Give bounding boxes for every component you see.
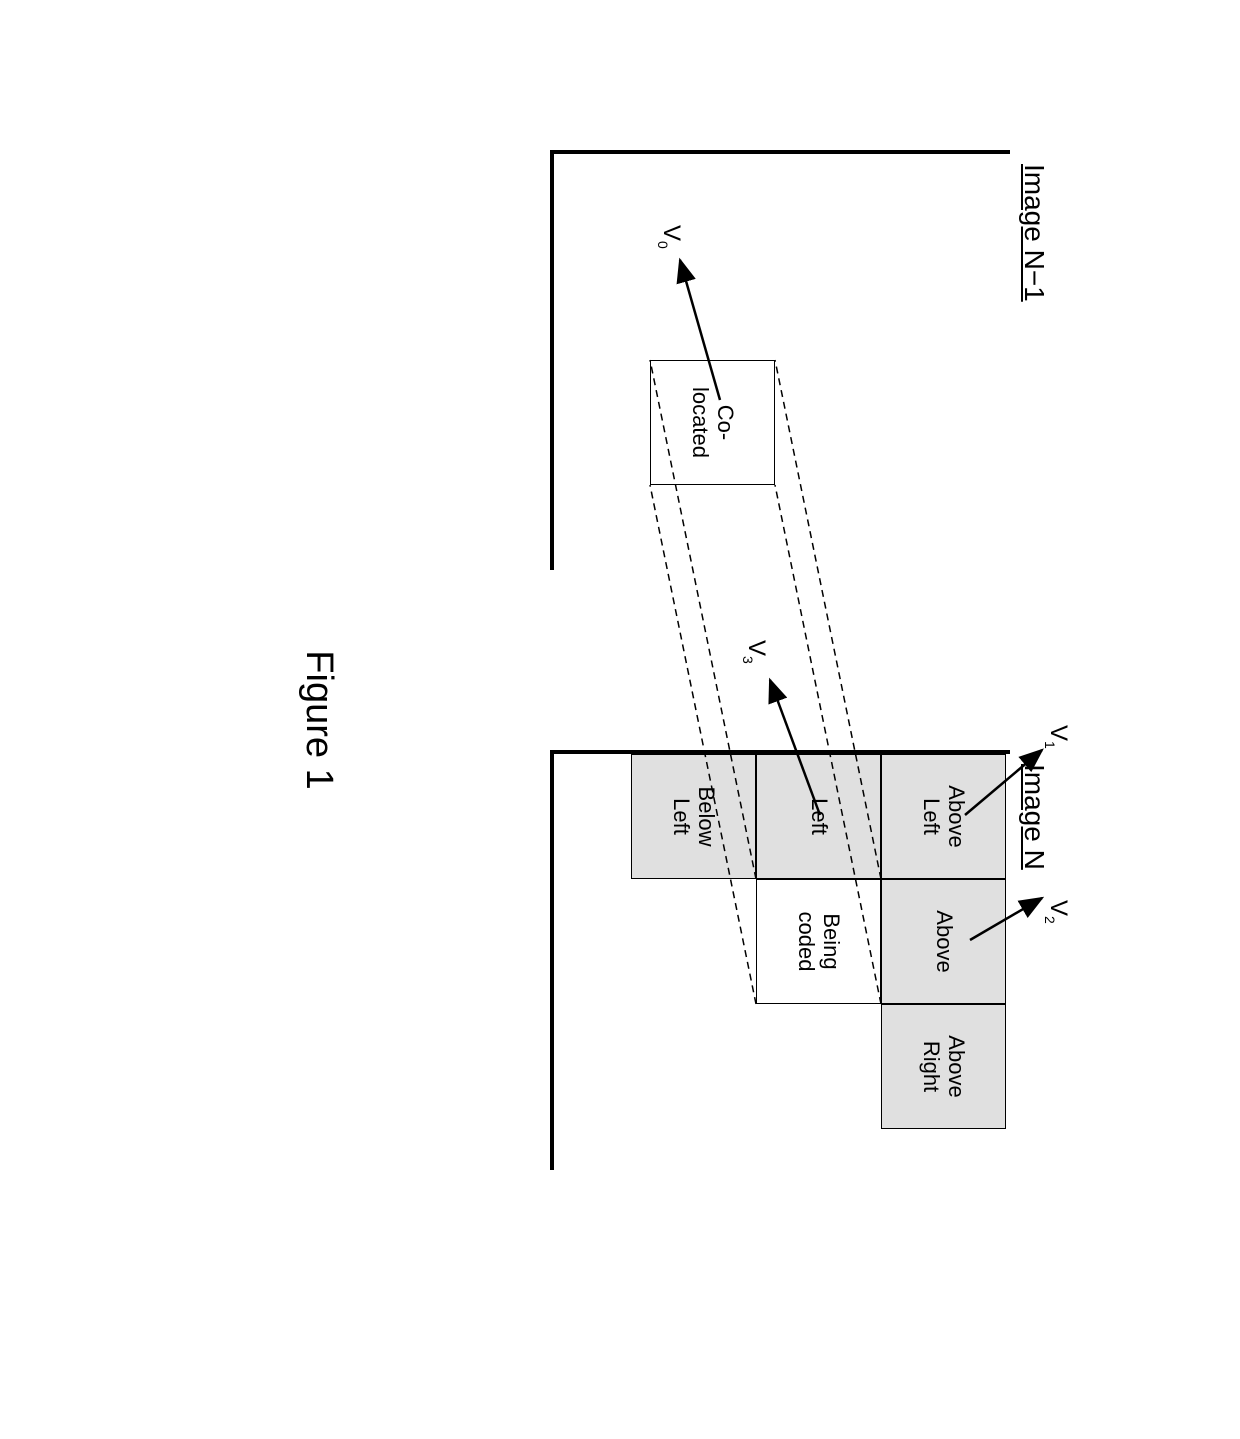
frame-n-label: Image N (1018, 764, 1050, 870)
vector-v0-label: V0 (655, 225, 685, 249)
block-above-right: Above Right (881, 1004, 1006, 1129)
block-left: Left (756, 754, 881, 879)
vector-v2-label: V2 (1042, 900, 1072, 924)
figure-label: Figure 1 (297, 650, 340, 789)
frame-n1-label: Image N−1 (1018, 164, 1050, 302)
frame-image-n-minus-1: Image N−1 (550, 150, 1010, 570)
block-being-coded: Being coded (756, 879, 881, 1004)
block-above-left: Above Left (881, 754, 1006, 879)
vector-v3-label: V3 (740, 640, 770, 664)
vector-v1-label: V1 (1042, 725, 1072, 749)
block-below-left: Below Left (631, 754, 756, 879)
block-colocated: Co- located (650, 360, 775, 485)
block-above: Above (881, 879, 1006, 1004)
